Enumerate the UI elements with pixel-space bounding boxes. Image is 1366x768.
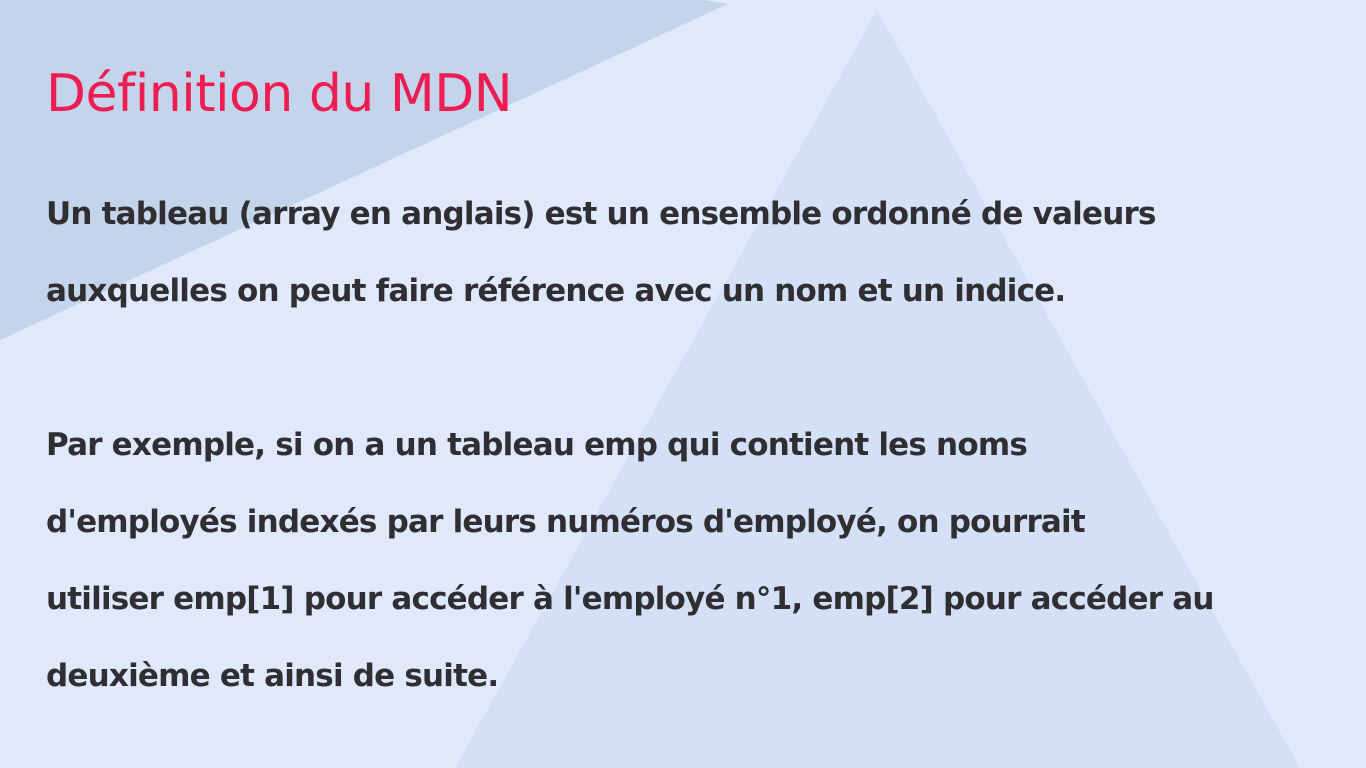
slide-title: Définition du MDN — [46, 64, 513, 124]
text-line: utiliser emp[1] pour accéder à l'employé… — [46, 581, 1214, 617]
paragraph-definition: Un tableau (array en anglais) est un ens… — [46, 176, 1336, 330]
slide: Définition du MDN Un tableau (array en a… — [0, 0, 1366, 768]
text-line: deuxième et ainsi de suite. — [46, 658, 499, 694]
text-line: auxquelles on peut faire référence avec … — [46, 273, 1066, 309]
text-line: Un tableau (array en anglais) est un ens… — [46, 196, 1156, 232]
text-line: d'employés indexés par leurs numéros d'e… — [46, 504, 1086, 540]
text-line: Par exemple, si on a un tableau emp qui … — [46, 427, 1028, 463]
slide-body: Un tableau (array en anglais) est un ens… — [46, 176, 1336, 715]
paragraph-example: Par exemple, si on a un tableau emp qui … — [46, 407, 1336, 715]
